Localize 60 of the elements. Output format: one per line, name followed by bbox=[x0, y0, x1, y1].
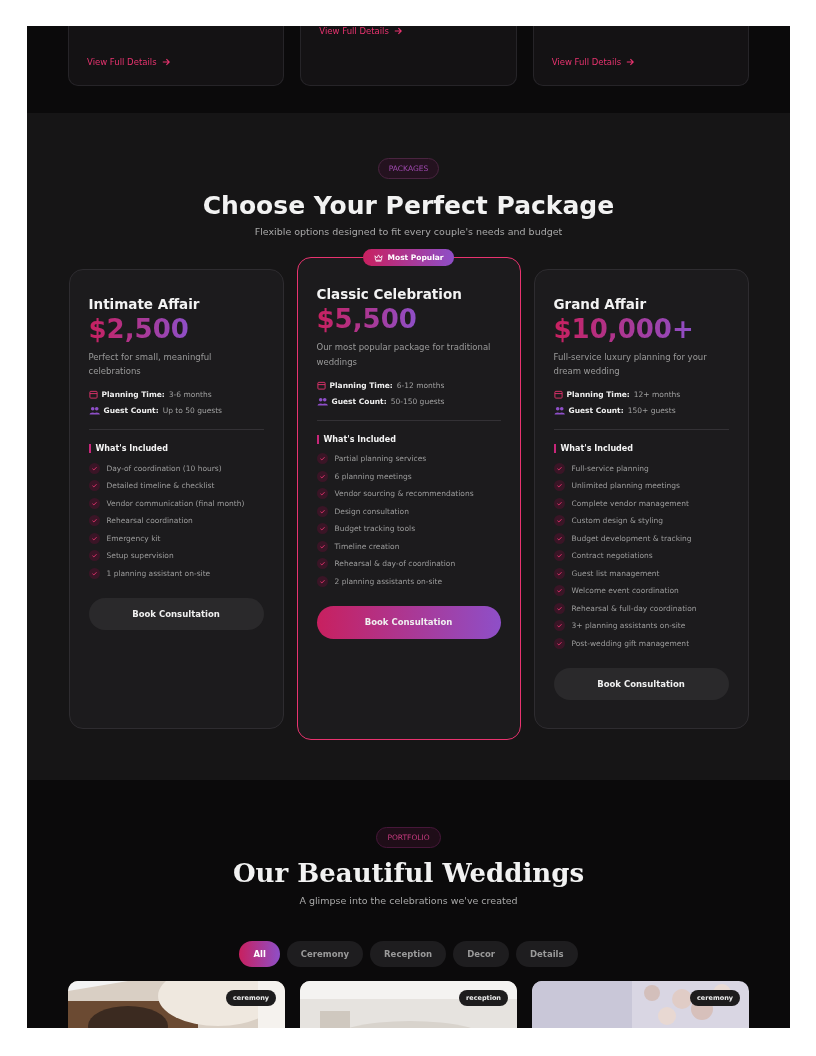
check-icon bbox=[553, 532, 565, 544]
package-description: Our most popular package for traditional weddings bbox=[316, 341, 492, 369]
check-icon bbox=[553, 480, 565, 491]
check-icon bbox=[88, 462, 100, 474]
book-button[interactable]: Book Consultation bbox=[553, 667, 729, 700]
section-title: Choose Your Perfect Package bbox=[202, 191, 615, 220]
check-icon bbox=[553, 637, 565, 649]
included-heading: What's Included bbox=[88, 444, 264, 454]
check-icon bbox=[88, 515, 100, 526]
check-icon bbox=[316, 558, 328, 569]
check-icon bbox=[316, 453, 328, 464]
check-icon bbox=[316, 470, 328, 482]
filter-tab[interactable]: Decor bbox=[453, 941, 510, 967]
calendar-icon bbox=[316, 380, 326, 390]
package-description: Full-service luxury planning for your dream wedding bbox=[553, 350, 708, 379]
view-details-link[interactable]: View Full Details bbox=[87, 57, 170, 67]
section-subtitle: Flexible options designed to fit every couple's needs and budget bbox=[254, 226, 563, 237]
check-icon bbox=[553, 515, 565, 526]
filter-tab[interactable]: All bbox=[239, 941, 280, 967]
check-icon bbox=[316, 575, 328, 587]
check-icon bbox=[88, 550, 100, 561]
check-icon bbox=[553, 497, 565, 509]
calendar-icon bbox=[88, 390, 98, 400]
check-icon bbox=[316, 540, 328, 552]
filter-tab[interactable]: Reception bbox=[370, 941, 447, 967]
section-title: Our Beautiful Weddings bbox=[232, 858, 585, 888]
calendar-icon bbox=[553, 390, 563, 400]
package-name: Intimate Affair bbox=[88, 295, 201, 312]
check-icon bbox=[316, 488, 328, 499]
view-details-link[interactable]: View Full Details bbox=[319, 26, 402, 36]
crown-icon bbox=[373, 253, 383, 262]
arrow-right-icon bbox=[161, 58, 170, 66]
arrow-right-icon bbox=[393, 27, 402, 35]
check-icon bbox=[553, 602, 565, 614]
package-name: Grand Affair bbox=[553, 295, 648, 312]
filter-tab[interactable]: Ceremony bbox=[286, 941, 364, 967]
check-icon bbox=[553, 550, 565, 561]
check-icon bbox=[88, 480, 100, 491]
check-icon bbox=[316, 505, 328, 517]
people-icon bbox=[316, 396, 328, 406]
check-icon bbox=[553, 585, 565, 596]
check-icon bbox=[553, 567, 565, 579]
package-description: Perfect for small, meaningful celebrations bbox=[88, 350, 213, 379]
book-button[interactable]: Book Consultation bbox=[88, 597, 264, 630]
people-icon bbox=[553, 406, 565, 416]
check-icon bbox=[553, 620, 565, 631]
view-details-link[interactable]: View Full Details bbox=[551, 57, 635, 67]
people-icon bbox=[88, 406, 100, 416]
check-icon bbox=[553, 462, 565, 474]
check-icon bbox=[88, 532, 100, 544]
filter-tab[interactable]: Details bbox=[516, 941, 578, 967]
check-icon bbox=[88, 567, 100, 579]
arrow-right-icon bbox=[626, 58, 635, 66]
package-name: Classic Celebration bbox=[316, 286, 463, 302]
included-heading: What's Included bbox=[316, 434, 501, 444]
check-icon bbox=[316, 523, 328, 534]
section-subtitle: A glimpse into the celebrations we've created bbox=[299, 895, 518, 906]
book-button[interactable]: Book Consultation bbox=[316, 605, 501, 639]
included-heading: What's Included bbox=[553, 444, 729, 454]
check-icon bbox=[88, 497, 100, 509]
